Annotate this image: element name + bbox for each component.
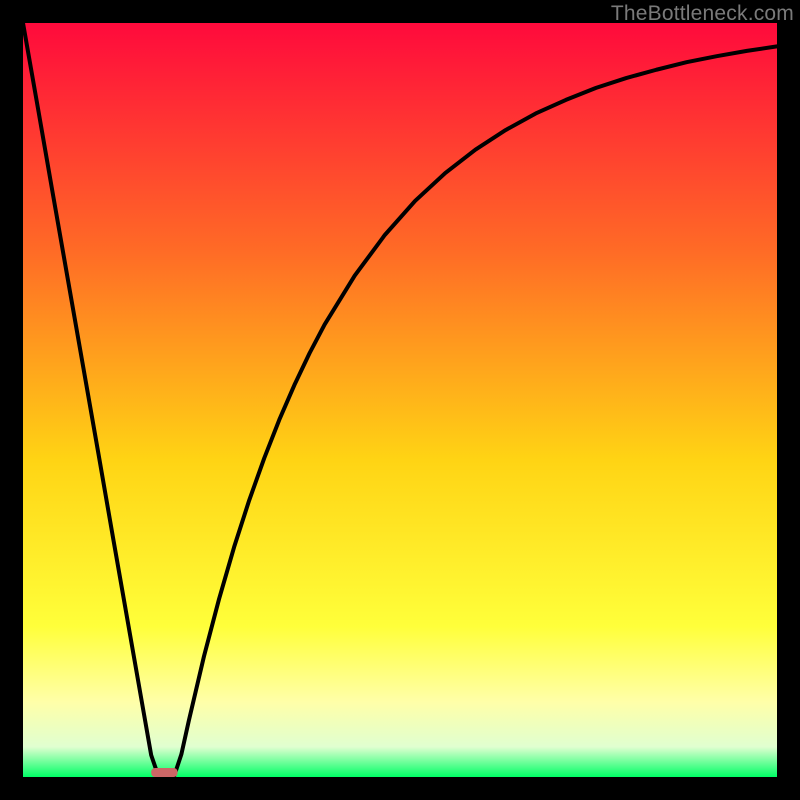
watermark-text: TheBottleneck.com (611, 2, 794, 26)
bottleneck-chart (23, 23, 777, 777)
chart-frame (23, 23, 777, 777)
minimum-marker (151, 768, 177, 777)
